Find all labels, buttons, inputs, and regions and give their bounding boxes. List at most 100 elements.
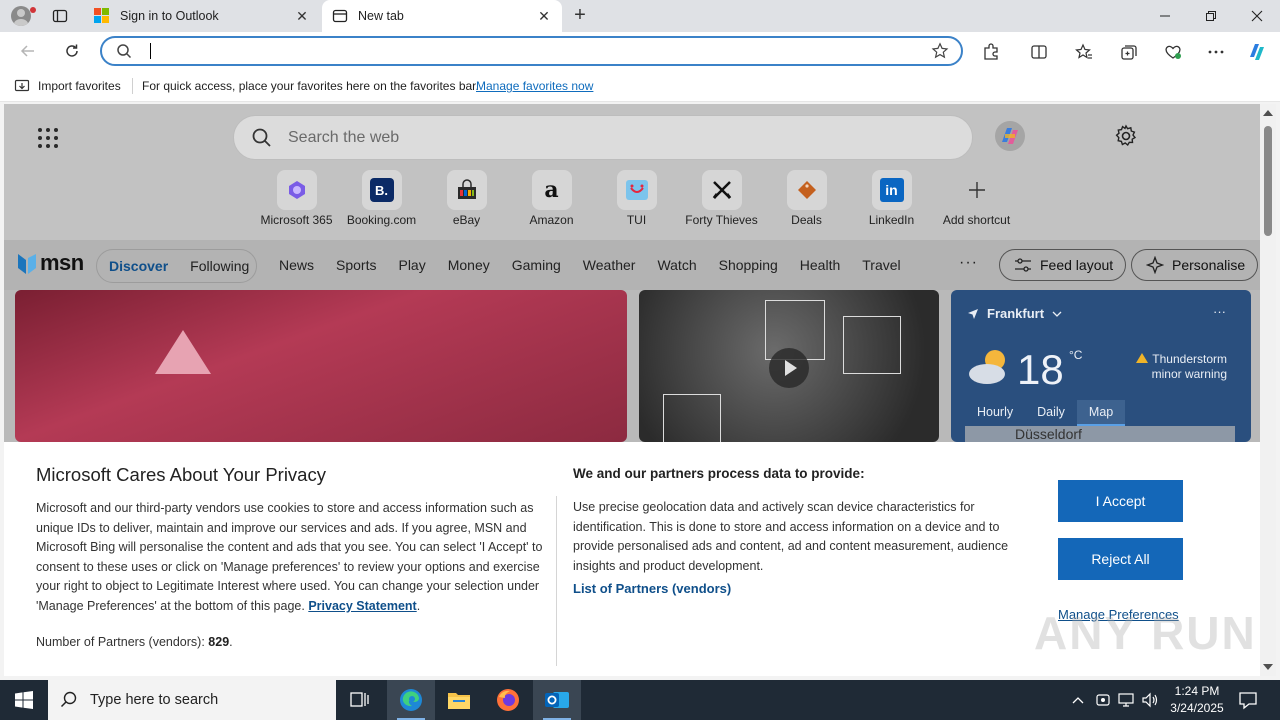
tab-following[interactable]: Following [190,258,249,274]
scroll-down-icon[interactable] [1263,664,1273,670]
more-categories-button[interactable]: ··· [959,254,978,272]
category-watch[interactable]: Watch [657,257,696,273]
reject-all-button[interactable]: Reject All [1058,538,1183,580]
meet-now-icon[interactable] [1093,690,1113,710]
shortcut-deals[interactable]: Deals [764,170,849,227]
search-icon [117,44,132,59]
shortcut-microsoft-365[interactable]: Microsoft 365 [254,170,339,227]
system-clock[interactable]: 1:24 PM 3/24/2025 [1162,683,1232,717]
gear-icon[interactable] [1114,124,1138,148]
category-sports[interactable]: Sports [336,257,376,273]
scrollbar-thumb[interactable] [1264,126,1272,236]
personalise-button[interactable]: Personalise [1131,249,1259,281]
page-scrollbar[interactable] [1260,104,1276,676]
shortcut-tui[interactable]: TUI [594,170,679,227]
favorites-button[interactable] [1073,41,1095,63]
network-icon[interactable] [1116,690,1136,710]
category-news[interactable]: News [279,257,314,273]
settings-more-button[interactable] [1205,41,1227,63]
weather-more-button[interactable]: ··· [1213,304,1226,319]
tab-close-icon[interactable]: ✕ [536,8,552,24]
extensions-button[interactable] [980,41,1002,63]
split-screen-button[interactable] [1028,41,1050,63]
msn-logo[interactable]: msn [16,250,84,276]
accept-button[interactable]: I Accept [1058,480,1183,522]
browser-essentials-button[interactable] [1162,41,1184,63]
refresh-button[interactable] [58,37,86,65]
heart-pulse-icon [1165,45,1181,59]
taskbar-edge[interactable] [387,680,435,720]
task-view-button[interactable] [336,680,384,720]
web-search-box[interactable] [233,115,973,160]
import-favorites-button[interactable]: Import favorites [14,78,121,94]
volume-icon[interactable] [1140,690,1160,710]
puzzle-icon [984,43,998,60]
category-weather[interactable]: Weather [583,257,636,273]
category-shopping[interactable]: Shopping [719,257,778,273]
weather-tab-daily[interactable]: Daily [1025,400,1077,426]
category-play[interactable]: Play [398,257,425,273]
start-button[interactable] [0,680,48,720]
back-button[interactable] [14,37,42,65]
profile-button[interactable] [8,4,36,28]
weather-map[interactable]: Düsseldorf [965,426,1235,442]
app-launcher-icon[interactable] [38,128,58,148]
partners-list-link[interactable]: List of Partners (vendors) [573,581,731,596]
tab-close-icon[interactable]: ✕ [294,8,310,24]
weather-location[interactable]: Frankfurt [967,306,1062,321]
process-title: We and our partners process data to prov… [573,466,865,481]
windows-taskbar: Type here to search 1:24 PM 3/24/2025 [0,680,1280,720]
clock-date: 3/24/2025 [1170,701,1224,715]
feed-layout-button[interactable]: Feed layout [999,249,1127,281]
privacy-statement-link[interactable]: Privacy Statement [308,599,416,613]
partners-label: Number of Partners (vendors): [36,635,205,649]
warning-icon [1136,353,1149,363]
tab-outlook[interactable]: Sign in to Outlook ✕ [84,0,320,32]
collections-button[interactable] [1118,41,1140,63]
shortcut-amazon[interactable]: a Amazon [509,170,594,227]
folder-icon [448,693,470,709]
shortcut-label: Add shortcut [942,213,1011,227]
copilot-button[interactable] [1246,41,1268,63]
category-money[interactable]: Money [448,257,490,273]
msn-nav-bar: msn Discover Following News Sports Play … [4,240,1260,290]
weather-tab-hourly[interactable]: Hourly [965,400,1025,426]
shortcut-forty-thieves[interactable]: Forty Thieves [679,170,764,227]
taskbar-search-placeholder: Type here to search [90,692,219,708]
tab-actions-button[interactable] [48,6,72,26]
hero-news-card[interactable] [15,290,627,442]
tab-new-tab[interactable]: New tab ✕ [322,0,562,32]
plus-icon [957,170,997,210]
video-news-card[interactable] [639,290,939,442]
web-search-input[interactable] [288,126,888,150]
address-bar[interactable] [100,36,963,66]
notification-center-icon[interactable] [1236,688,1260,712]
category-travel[interactable]: Travel [862,257,900,273]
tab-discover[interactable]: Discover [109,258,168,274]
scroll-up-icon[interactable] [1263,110,1273,116]
shortcut-label: Amazon [529,213,574,227]
shortcut-booking[interactable]: B. Booking.com [339,170,424,227]
taskbar-file-explorer[interactable] [435,680,483,720]
copilot-icon[interactable] [994,120,1026,152]
manage-favorites-link[interactable]: Manage favorites now [476,79,593,93]
favorite-star-icon[interactable] [931,42,949,60]
taskbar-firefox[interactable] [484,680,532,720]
play-icon[interactable] [769,348,809,388]
taskbar-search[interactable]: Type here to search [48,680,336,720]
shortcut-add[interactable]: Add shortcut [934,170,1019,227]
new-tab-button[interactable]: + [568,4,592,28]
close-window-button[interactable] [1234,0,1280,32]
category-health[interactable]: Health [800,257,840,273]
restore-button[interactable] [1188,0,1234,32]
minimize-button[interactable] [1142,0,1188,32]
weather-card[interactable]: Frankfurt ··· 18 °C Thunderstorm minor w… [951,290,1251,442]
weather-warning[interactable]: Thunderstorm minor warning [1127,352,1227,382]
tray-overflow-chevron-icon[interactable] [1068,690,1088,710]
shortcut-linkedin[interactable]: in LinkedIn [849,170,934,227]
weather-tab-map[interactable]: Map [1076,400,1126,426]
category-gaming[interactable]: Gaming [512,257,561,273]
taskbar-outlook[interactable] [533,680,581,720]
sliders-icon [1015,258,1031,272]
shortcut-ebay[interactable]: eBay [424,170,509,227]
